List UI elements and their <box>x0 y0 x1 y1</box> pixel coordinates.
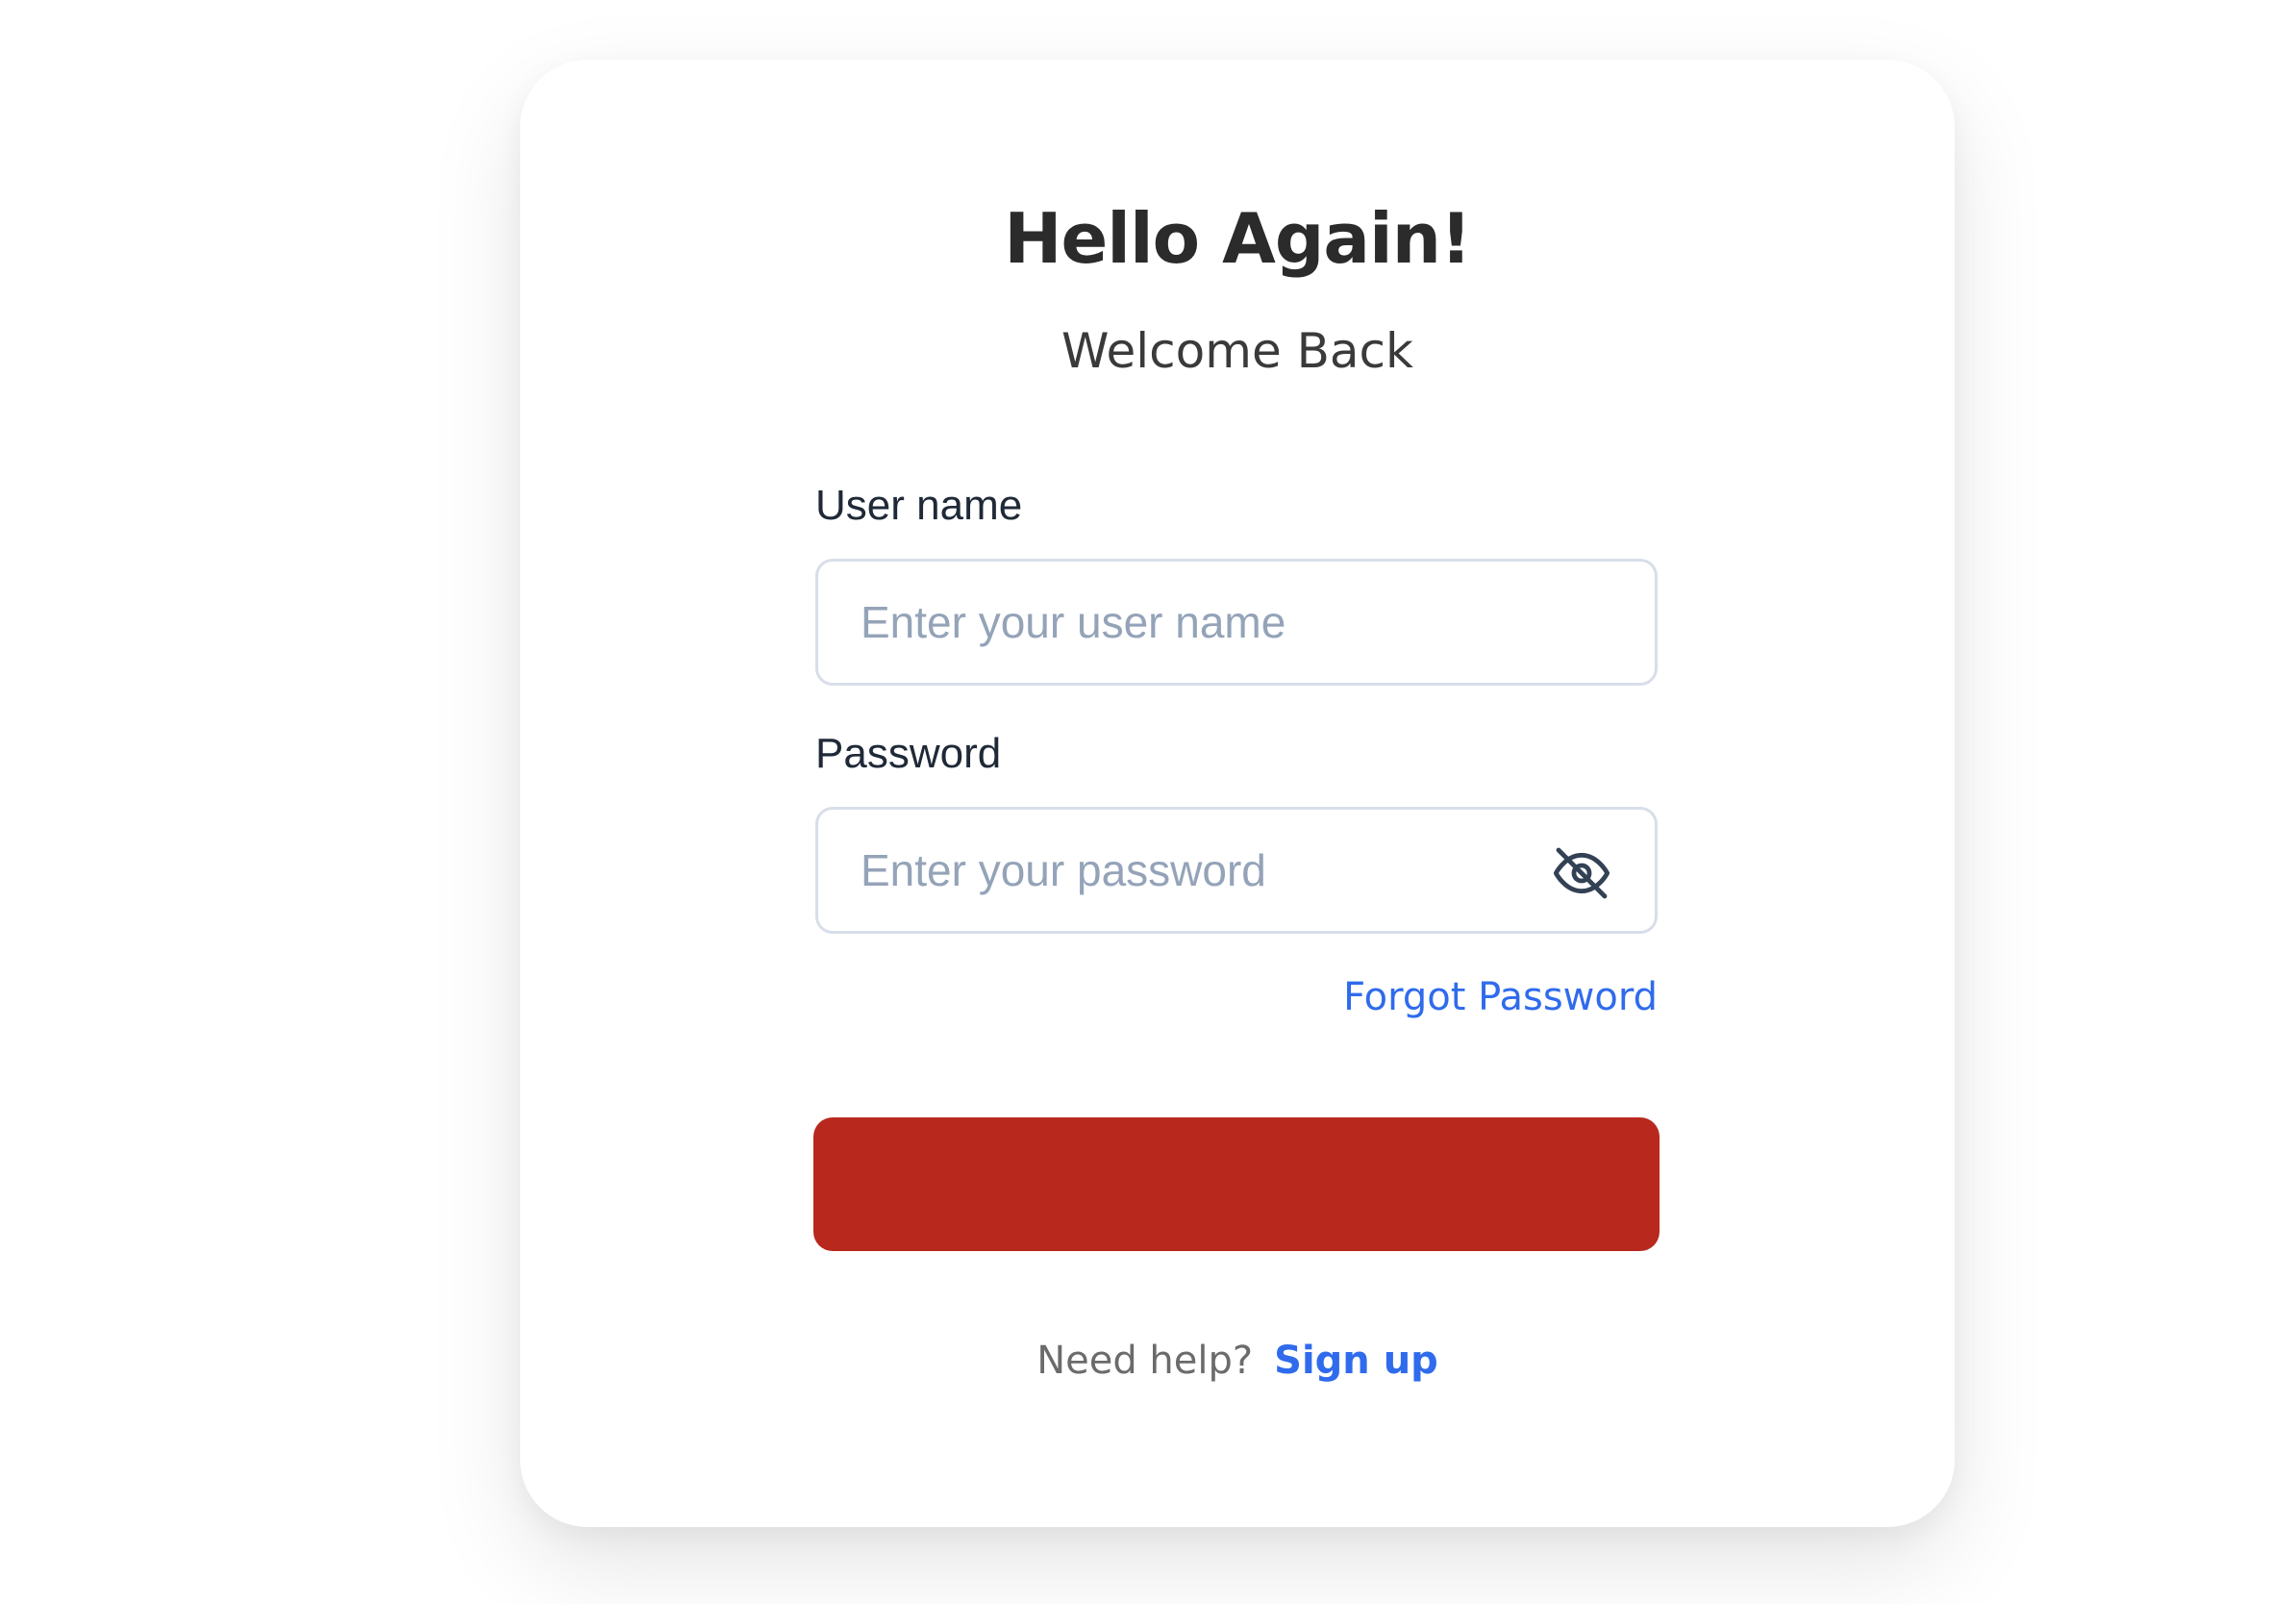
eye-off-icon[interactable] <box>1551 842 1612 904</box>
help-text: Need help? <box>1036 1339 1254 1383</box>
login-card: Hello Again! Welcome Back User name Pass… <box>520 60 1955 1527</box>
password-input[interactable] <box>861 810 1534 931</box>
password-label: Password <box>815 730 1002 777</box>
password-field-box[interactable] <box>815 807 1658 934</box>
username-input[interactable] <box>861 562 1534 683</box>
submit-button[interactable] <box>813 1117 1660 1251</box>
page-subtitle: Welcome Back <box>1061 323 1413 379</box>
username-label: User name <box>815 482 1023 529</box>
page-title: Hello Again! <box>1004 198 1472 279</box>
help-line: Need help? Sign up <box>520 1341 1955 1380</box>
forgot-password-link[interactable]: Forgot Password <box>1343 978 1658 1016</box>
username-field-box[interactable] <box>815 559 1658 686</box>
signup-link[interactable]: Sign up <box>1274 1339 1438 1383</box>
